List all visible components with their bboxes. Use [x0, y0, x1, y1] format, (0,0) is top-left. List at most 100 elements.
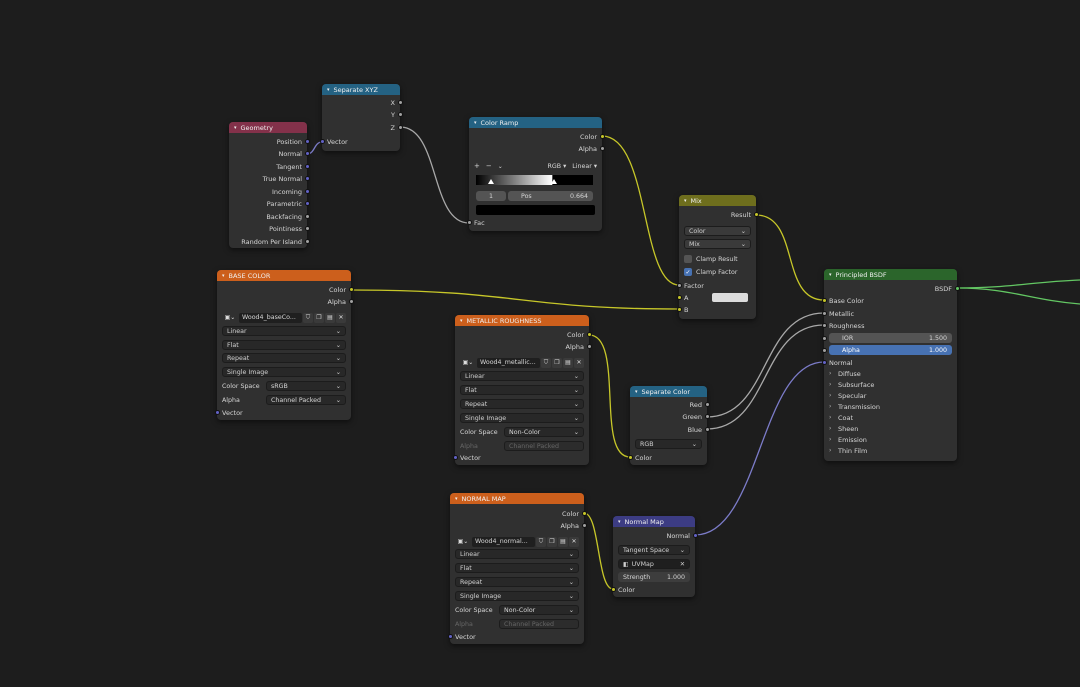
close-icon[interactable]: ✕ [336, 312, 346, 323]
color-ramp-node[interactable]: ▾ Color Ramp Color Alpha + − ⌄ RGB ▾ Line… [466, 117, 605, 231]
socket-vector-in[interactable] [452, 455, 458, 460]
ior-field[interactable]: IOR 1.500 [829, 333, 952, 343]
panel-sheen[interactable]: › Sheen [829, 423, 952, 434]
chevron-down-icon[interactable]: ▾ [460, 318, 463, 324]
alpha-mode-dropdown[interactable]: Channel Packed ⌄ [266, 395, 346, 405]
image-icon[interactable]: ▣⌄ [222, 313, 238, 323]
normal-map-node[interactable]: ▾ Normal Map Normal Tangent Space ⌄ ◧ UVMap… [610, 516, 698, 597]
chevron-down-icon[interactable]: ▾ [474, 120, 477, 126]
duplicate-icon[interactable]: ❐ [552, 357, 562, 368]
geometry-node-header[interactable]: ▾ Geometry [229, 122, 307, 133]
image-name-field[interactable]: Wood4_metallic... [477, 357, 540, 368]
socket-alpha-out[interactable] [586, 344, 592, 349]
image-name-field[interactable]: Wood4_baseCo... [239, 312, 302, 323]
normal-map-texture-header[interactable]: ▾ NORMAL MAP [450, 493, 584, 504]
link-bsdf-out-1[interactable] [956, 279, 1080, 289]
clamp-result-checkbox[interactable]: Clamp Result [684, 254, 751, 264]
link-basecolor-to-b[interactable] [350, 289, 680, 310]
socket-pointiness[interactable] [304, 226, 310, 231]
shield-icon[interactable]: ⛉ [536, 536, 546, 547]
extension-dropdown[interactable]: Repeat ⌄ [222, 353, 346, 363]
socket-factor-in[interactable] [676, 283, 682, 288]
panel-diffuse[interactable]: › Diffuse [829, 368, 952, 379]
mix-header[interactable]: ▾ Mix [679, 195, 756, 206]
socket-z[interactable] [397, 125, 403, 130]
socket-color-out[interactable] [586, 332, 592, 337]
image-icon[interactable]: ▣⌄ [455, 537, 471, 547]
folder-icon[interactable]: ▤ [325, 312, 335, 323]
principled-bsdf-header[interactable]: ▾ Principled BSDF [824, 269, 957, 280]
socket-green-out[interactable] [704, 414, 710, 419]
source-dropdown[interactable]: Single Image ⌄ [460, 413, 584, 423]
socket-fac-in[interactable] [466, 220, 472, 225]
link-z-to-fac[interactable] [399, 126, 470, 224]
socket-bsdf-out[interactable] [954, 286, 960, 291]
folder-icon[interactable]: ▤ [558, 536, 568, 547]
blend-mode-dropdown[interactable]: Mix ⌄ [684, 239, 751, 249]
close-icon[interactable]: ✕ [569, 536, 579, 547]
socket-roughness-in[interactable] [821, 323, 827, 328]
link-metallic-to-sepcolor[interactable] [588, 334, 631, 458]
alpha-field[interactable]: Alpha 1.000 [829, 345, 952, 355]
color-ramp-header[interactable]: ▾ Color Ramp [469, 117, 602, 128]
duplicate-icon[interactable]: ❐ [547, 536, 557, 547]
chevron-down-icon[interactable]: ▾ [455, 496, 458, 502]
chevron-down-icon[interactable]: ▾ [829, 272, 832, 278]
separate-color-node[interactable]: ▾ Separate Color Red Green Blue RGB ⌄ Colo… [627, 386, 710, 465]
socket-y[interactable] [397, 112, 403, 117]
normal-map-header[interactable]: ▾ Normal Map [613, 516, 695, 527]
socket-color-in[interactable] [610, 587, 616, 592]
socket-red-out[interactable] [704, 402, 710, 407]
link-normaltex-to-nmap[interactable] [583, 512, 614, 590]
uvmap-field[interactable]: ◧ UVMap ✕ [618, 559, 690, 569]
separate-xyz-header[interactable]: ▾ Separate XYZ [322, 84, 400, 95]
socket-a-in[interactable] [676, 295, 682, 300]
socket-alpha-out[interactable] [599, 146, 605, 151]
chevron-down-icon[interactable]: ▾ [684, 198, 687, 204]
principled-bsdf-node[interactable]: ▾ Principled BSDF BSDF Base Color Metalli… [821, 269, 960, 461]
color-space-dropdown[interactable]: sRGB ⌄ [266, 381, 346, 391]
separate-color-header[interactable]: ▾ Separate Color [630, 386, 707, 397]
source-dropdown[interactable]: Single Image ⌄ [222, 367, 346, 377]
source-dropdown[interactable]: Single Image ⌄ [455, 591, 579, 601]
panel-specular[interactable]: › Specular [829, 390, 952, 401]
socket-base-color-in[interactable] [821, 298, 827, 303]
socket-color-in[interactable] [627, 455, 633, 460]
shield-icon[interactable]: ⛉ [303, 312, 313, 323]
link-bsdf-out-2[interactable] [956, 287, 1080, 305]
projection-dropdown[interactable]: Flat ⌄ [455, 563, 579, 573]
socket-backfacing[interactable] [304, 214, 310, 219]
duplicate-icon[interactable]: ❐ [314, 312, 324, 323]
base-color-header[interactable]: ▾ BASE COLOR [217, 270, 351, 281]
geometry-node[interactable]: ▾ Geometry Position Normal Tangent True N… [229, 122, 310, 248]
normal-map-texture-node[interactable]: ▾ NORMAL MAP Color Alpha ▣⌄ Wood4_normal.… [447, 493, 587, 644]
socket-vector-in[interactable] [447, 634, 453, 639]
socket-color-out[interactable] [348, 287, 354, 292]
socket-parametric[interactable] [304, 201, 310, 206]
projection-dropdown[interactable]: Flat ⌄ [460, 385, 584, 395]
color-mode-dropdown[interactable]: RGB ▾ [548, 163, 567, 170]
socket-true-normal[interactable] [304, 176, 310, 181]
stop-index-field[interactable]: 1 [476, 191, 506, 201]
separate-xyz-node[interactable]: ▾ Separate XYZ X Y Z Vector [319, 84, 403, 151]
panel-transmission[interactable]: › Transmission [829, 401, 952, 412]
panel-coat[interactable]: › Coat [829, 412, 952, 423]
input-a-color-swatch[interactable] [712, 293, 748, 302]
socket-incoming[interactable] [304, 189, 310, 194]
extension-dropdown[interactable]: Repeat ⌄ [455, 577, 579, 587]
checkbox-box[interactable] [684, 255, 692, 263]
stop-pos-field[interactable]: Pos 0.664 [508, 191, 593, 201]
ramp-stop-black[interactable] [488, 179, 494, 184]
color-space-dropdown[interactable]: Non-Color ⌄ [504, 427, 584, 437]
socket-color-out[interactable] [599, 134, 605, 139]
ramp-stop-white[interactable] [551, 179, 557, 184]
extension-dropdown[interactable]: Repeat ⌄ [460, 399, 584, 409]
strength-field[interactable]: Strength 1.000 [618, 572, 690, 582]
socket-vector-in[interactable] [214, 410, 220, 415]
socket-normal-in[interactable] [821, 360, 827, 365]
folder-icon[interactable]: ▤ [563, 357, 573, 368]
socket-ior-in[interactable] [821, 336, 827, 341]
chevron-down-icon[interactable]: ⌄ [498, 163, 503, 170]
interpolation-dropdown[interactable]: Linear ▾ [572, 163, 597, 170]
chevron-down-icon[interactable]: ▾ [327, 87, 330, 93]
